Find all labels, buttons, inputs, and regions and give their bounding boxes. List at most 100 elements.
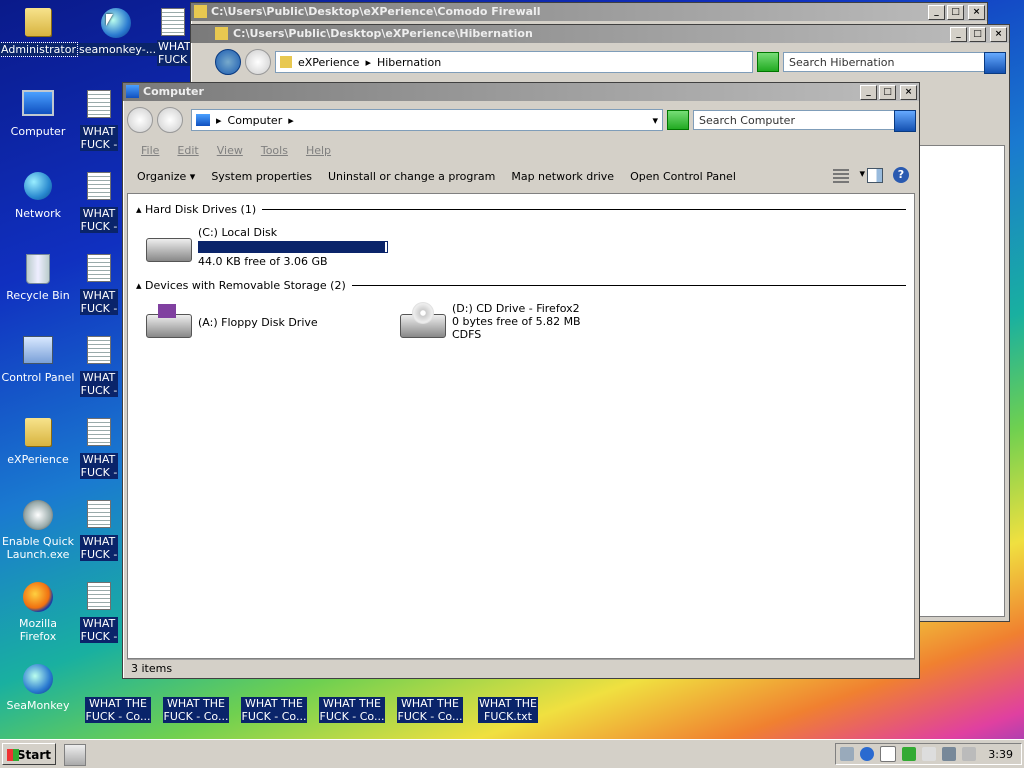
desktop-file-8[interactable]: WHAT FUCK - (74, 582, 124, 643)
desktop-icon-quick-launch[interactable]: Enable Quick Launch.exe (0, 500, 76, 561)
show-desktop-icon[interactable] (64, 744, 86, 766)
search-icon[interactable] (894, 110, 916, 132)
drive-free-space: 44.0 KB free of 3.06 GB (198, 255, 328, 268)
drive-d[interactable]: (D:) CD Drive - Firefox2 0 bytes free of… (398, 302, 581, 342)
tray-app-icon[interactable] (840, 747, 855, 761)
chevron-down-icon[interactable]: ▾ (859, 167, 865, 180)
icon-label: Enable Quick Launch.exe (1, 535, 75, 561)
search-input[interactable]: Search Hibernation (783, 52, 1006, 74)
item-count: 3 items (131, 662, 173, 675)
search-placeholder: Search Hibernation (789, 55, 895, 69)
icon-label: WHAT FUCK - (79, 125, 119, 151)
desktop-file-2[interactable]: WHAT FUCK - (74, 90, 124, 151)
desktop-file-bottom-6[interactable]: WHAT THE FUCK.txt (470, 680, 546, 723)
desktop-icon-seamonkey-installer[interactable]: seamonkey-... (78, 8, 158, 56)
window-title: C:\Users\Public\Desktop\eXPerience\Comod… (211, 5, 541, 18)
desktop-icon-control-panel[interactable]: Control Panel (0, 336, 76, 384)
icon-label: eXPerience (7, 453, 69, 466)
chevron-down-icon[interactable]: ▾ (652, 114, 658, 127)
search-icon[interactable] (984, 52, 1006, 74)
document-tray-icon[interactable] (880, 746, 897, 762)
usage-bar-fill (199, 242, 386, 252)
minimize-button[interactable]: _ (860, 85, 877, 100)
forward-button[interactable] (157, 107, 183, 133)
menu-file[interactable]: File (141, 144, 159, 157)
breadcrumb-item[interactable]: Computer (228, 114, 283, 127)
desktop-file-bottom-4[interactable]: WHAT THE FUCK - Co... (314, 680, 390, 723)
help-icon[interactable]: ? (893, 167, 909, 183)
group-header-hdd[interactable]: ▴ Hard Disk Drives (1) (136, 202, 906, 216)
drive-a[interactable]: (A:) Floppy Disk Drive (144, 302, 318, 342)
refresh-button[interactable] (667, 110, 689, 130)
back-button[interactable] (127, 107, 153, 133)
window-computer[interactable]: Computer _ □ × ▸ Computer ▸ ▾ Search Com… (122, 82, 920, 679)
desktop-file-bottom-3[interactable]: WHAT THE FUCK - Co... (236, 680, 312, 723)
desktop-icon-administrator[interactable]: Administrator (0, 8, 78, 57)
desktop-file-bottom-1[interactable]: WHAT THE FUCK - Co... (80, 680, 156, 723)
desktop-file-4[interactable]: WHAT FUCK - (74, 254, 124, 315)
volume-muted-icon[interactable] (962, 747, 977, 761)
window-titlebar[interactable]: C:\Users\Public\Desktop\eXPerience\Comod… (191, 3, 987, 21)
minimize-button[interactable]: _ (928, 5, 945, 20)
close-button[interactable]: × (900, 85, 917, 100)
drive-filesystem: CDFS (452, 328, 482, 341)
preview-pane-icon[interactable] (867, 168, 883, 183)
close-button[interactable]: × (968, 5, 985, 20)
security-tray-icon[interactable] (902, 747, 917, 761)
close-button[interactable]: × (990, 27, 1007, 42)
folder-icon (215, 27, 228, 40)
desktop-icon-network[interactable]: Network (0, 172, 76, 220)
icon-label: WHAT THE FUCK - Co... (396, 697, 464, 723)
collapse-icon[interactable]: ▴ (136, 203, 142, 216)
menu-edit[interactable]: Edit (177, 144, 198, 157)
forward-button[interactable] (245, 49, 271, 75)
menu-tools[interactable]: Tools (261, 144, 288, 157)
desktop-file-bottom-2[interactable]: WHAT THE FUCK - Co... (158, 680, 234, 723)
window-titlebar[interactable]: C:\Users\Public\Desktop\eXPerience\Hiber… (191, 25, 1009, 43)
desktop-icon-recycle-bin[interactable]: Recycle Bin (0, 254, 76, 302)
system-properties-button[interactable]: System properties (203, 170, 320, 183)
desktop-icon-seamonkey[interactable]: SeaMonkey (0, 664, 76, 712)
icon-label: WHAT FUCK - (79, 371, 119, 397)
drive-c[interactable]: (C:) Local Disk 44.0 KB free of 3.06 GB (144, 226, 388, 268)
address-bar[interactable]: eXPerience ▸ Hibernation (275, 51, 753, 73)
open-control-panel-button[interactable]: Open Control Panel (622, 170, 744, 183)
maximize-button[interactable]: □ (879, 85, 896, 100)
back-button[interactable] (215, 49, 241, 75)
maximize-button[interactable]: □ (969, 27, 986, 42)
menu-help[interactable]: Help (306, 144, 331, 157)
flag-tray-icon[interactable] (922, 747, 937, 761)
window-titlebar[interactable]: Computer _ □ × (123, 83, 919, 101)
text-file-icon (87, 582, 111, 610)
desktop-icon-firefox[interactable]: Mozilla Firefox (0, 582, 76, 643)
desktop-file-6[interactable]: WHAT FUCK - (74, 418, 124, 479)
text-file-icon (87, 172, 111, 200)
desktop-file-5[interactable]: WHAT FUCK - (74, 336, 124, 397)
map-network-drive-button[interactable]: Map network drive (503, 170, 622, 183)
desktop-file-7[interactable]: WHAT FUCK - (74, 500, 124, 561)
menu-view[interactable]: View (217, 144, 243, 157)
desktop-file-bottom-5[interactable]: WHAT THE FUCK - Co... (392, 680, 468, 723)
refresh-button[interactable] (757, 52, 779, 72)
cd-drive-icon (398, 302, 446, 342)
clock[interactable]: 3:39 (988, 748, 1013, 761)
organize-button[interactable]: Organize ▾ (129, 170, 203, 183)
breadcrumb-item[interactable]: eXPerience (298, 56, 359, 69)
start-button[interactable]: Start (2, 743, 56, 765)
group-header-removable[interactable]: ▴ Devices with Removable Storage (2) (136, 278, 906, 292)
uninstall-program-button[interactable]: Uninstall or change a program (320, 170, 503, 183)
search-input[interactable]: Search Computer (693, 110, 916, 132)
icon-label: Mozilla Firefox (19, 617, 57, 643)
collapse-icon[interactable]: ▴ (136, 279, 142, 292)
drive-free-space: 0 bytes free of 5.82 MB (452, 315, 581, 328)
address-bar[interactable]: ▸ Computer ▸ ▾ (191, 109, 663, 131)
breadcrumb-item[interactable]: Hibernation (377, 56, 441, 69)
network-tray-icon[interactable] (942, 747, 957, 761)
desktop-icon-experience[interactable]: eXPerience (0, 418, 76, 466)
desktop-file-3[interactable]: WHAT FUCK - (74, 172, 124, 233)
seamonkey-tray-icon[interactable] (860, 747, 875, 761)
views-icon[interactable] (833, 169, 849, 183)
desktop-icon-computer[interactable]: Computer (0, 90, 76, 138)
minimize-button[interactable]: _ (950, 27, 967, 42)
maximize-button[interactable]: □ (947, 5, 964, 20)
